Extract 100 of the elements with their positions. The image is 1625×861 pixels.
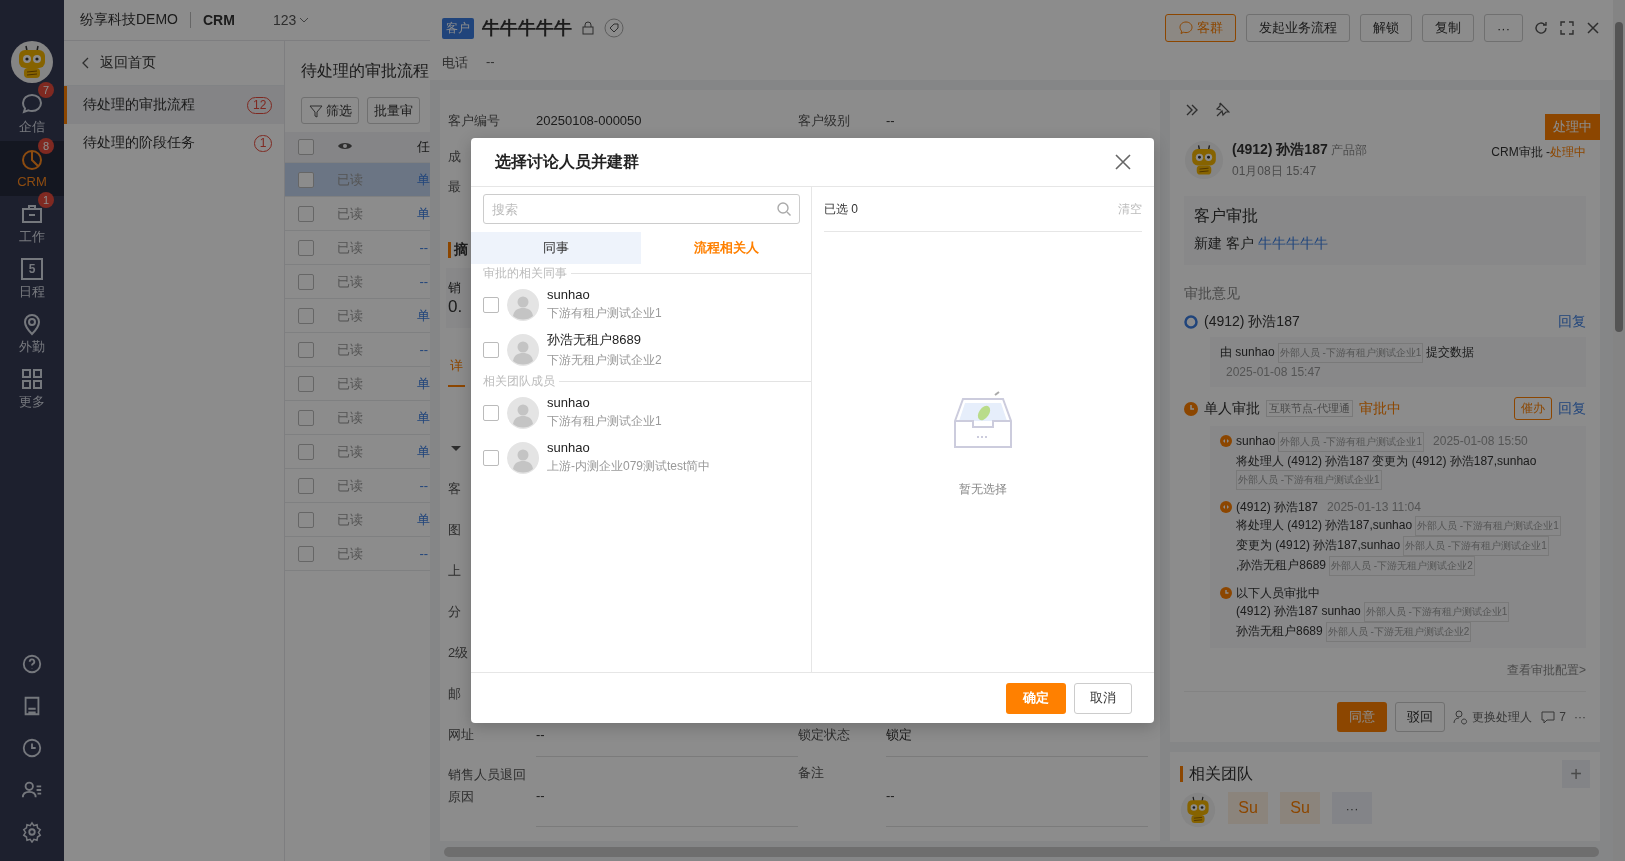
scrollbar[interactable]	[1613, 0, 1625, 861]
checkbox[interactable]	[298, 375, 314, 392]
scrollbar[interactable]	[444, 847, 1599, 857]
group-title: 审批的相关同事	[483, 264, 567, 282]
reply-link[interactable]: 回复	[1558, 399, 1586, 418]
checkbox[interactable]	[483, 449, 499, 466]
chat-icon	[1178, 20, 1194, 36]
close-icon[interactable]	[1585, 20, 1601, 36]
reply-link[interactable]: 回复	[1558, 313, 1586, 331]
checkbox[interactable]	[298, 307, 314, 324]
batch-approve-button[interactable]: 批量审	[367, 97, 421, 124]
confirm-button[interactable]: 确定	[1006, 682, 1066, 714]
count-badge: 8	[38, 138, 54, 154]
settings-icon[interactable]	[21, 821, 43, 843]
field-label: 客户级别	[798, 112, 851, 130]
fullscreen-icon[interactable]	[1559, 20, 1575, 36]
action-button[interactable]: 客群	[1165, 14, 1236, 42]
urge-button[interactable]: 催办	[1514, 397, 1552, 420]
checkbox[interactable]	[483, 341, 499, 358]
section-title: 审批意见	[1184, 285, 1241, 303]
subnav-item[interactable]: 待处理的审批流程 12	[64, 86, 285, 124]
nav-item[interactable]: 8 CRM	[0, 141, 64, 196]
count-badge: 7	[38, 81, 54, 98]
member-avatar[interactable]: Su	[1280, 792, 1320, 824]
step-title: 单人审批	[1204, 399, 1260, 418]
detail-tab[interactable]: 详	[448, 349, 465, 387]
stat-label: 销	[448, 279, 461, 297]
comment-button[interactable]: 7	[1540, 709, 1566, 725]
more-button[interactable]: ···	[1574, 710, 1586, 724]
help-icon[interactable]	[21, 653, 43, 675]
action-button[interactable]: 解锁	[1360, 14, 1412, 42]
cancel-button[interactable]: 取消	[1074, 682, 1132, 714]
double-chevron-icon[interactable]	[1184, 102, 1200, 118]
person-company: 上游-内测企业079测试test简中	[547, 458, 711, 475]
robot-avatar-icon	[1180, 792, 1216, 828]
person-company: 下游有租户测试企业1	[547, 305, 662, 322]
approval-text: 孙浩无租户8689	[1236, 623, 1323, 640]
checkbox[interactable]	[298, 443, 314, 460]
user-avatar-icon	[507, 288, 539, 321]
tag-icon[interactable]	[604, 18, 624, 38]
checkbox[interactable]	[298, 409, 314, 426]
flow-name: CRM审批 -	[1491, 144, 1550, 161]
checkbox[interactable]	[298, 477, 315, 494]
table-cell: 单	[417, 442, 430, 461]
pin-icon[interactable]	[1214, 102, 1230, 118]
person-name: sunhao	[547, 287, 591, 302]
app-name: CRM	[203, 12, 235, 28]
field-label: 客户编号	[448, 112, 501, 130]
checkbox[interactable]	[298, 545, 315, 562]
checkbox[interactable]	[298, 171, 314, 188]
search-field[interactable]: 搜索	[483, 194, 800, 224]
action-button[interactable]: ···	[1484, 14, 1523, 42]
comment-icon	[1540, 709, 1557, 725]
tab[interactable]: 同事	[471, 232, 641, 264]
checkbox[interactable]	[298, 239, 315, 256]
action-button[interactable]: 发起业务流程	[1246, 14, 1350, 42]
member-avatar[interactable]: Su	[1228, 792, 1268, 824]
add-button[interactable]: +	[1562, 760, 1590, 788]
field-label: 最	[448, 178, 461, 196]
nav-item[interactable]: 外勤	[0, 306, 64, 361]
lock-icon[interactable]	[580, 20, 596, 36]
filter-button[interactable]: 筛选	[301, 97, 360, 124]
action-button[interactable]: 复制	[1422, 14, 1474, 42]
checkbox[interactable]	[483, 404, 499, 421]
checkbox[interactable]	[298, 205, 314, 222]
table-cell: 单	[417, 204, 430, 223]
nav-item[interactable]: 5 日程	[0, 251, 64, 306]
reject-button[interactable]: 驳回	[1395, 702, 1446, 732]
table-cell: 单	[417, 374, 430, 393]
user-avatar-icon	[507, 333, 539, 366]
robot-avatar-icon	[10, 40, 54, 84]
reassign-button[interactable]: 更换处理人	[1453, 708, 1533, 726]
checkbox[interactable]	[298, 139, 314, 155]
list-title: 待处理的审批流程	[300, 61, 430, 81]
section-title: 摘	[454, 241, 468, 259]
transfer-icon	[1220, 435, 1232, 447]
summary-title: 客户审批	[1194, 206, 1259, 226]
field-label: 图	[448, 520, 461, 539]
nav-item[interactable]: 更多	[0, 361, 64, 416]
approval-text: (4912) 孙浩187 sunhao	[1236, 603, 1361, 620]
subnav-item[interactable]: 待处理的阶段任务 1	[64, 124, 285, 162]
checkbox[interactable]	[298, 341, 315, 358]
approval-text: 将处理人 (4912) 孙浩187,sunhao	[1236, 517, 1413, 534]
checkbox[interactable]	[298, 511, 314, 528]
field-value: 锁定	[886, 725, 912, 744]
approve-button[interactable]: 同意	[1337, 702, 1388, 732]
refresh-icon[interactable]	[1533, 20, 1549, 36]
clock-icon[interactable]	[21, 737, 43, 759]
checkbox[interactable]	[483, 296, 499, 313]
field-value: 20250108-000050	[536, 113, 642, 128]
approval-text: 变更为 (4912) 孙浩187,sunhao	[1236, 537, 1401, 554]
account-dropdown[interactable]: 123	[272, 12, 311, 28]
clear-link[interactable]: 清空	[1118, 200, 1142, 218]
approval-text: 以下人员审批中	[1236, 585, 1320, 602]
checkbox[interactable]	[298, 273, 315, 290]
more-members-button[interactable]: ···	[1332, 792, 1372, 824]
field-label: 网址	[448, 726, 475, 744]
record-link[interactable]: 牛牛牛牛牛	[1257, 235, 1328, 253]
status-badge: 处理中	[1545, 114, 1600, 140]
close-icon[interactable]	[1114, 153, 1132, 171]
